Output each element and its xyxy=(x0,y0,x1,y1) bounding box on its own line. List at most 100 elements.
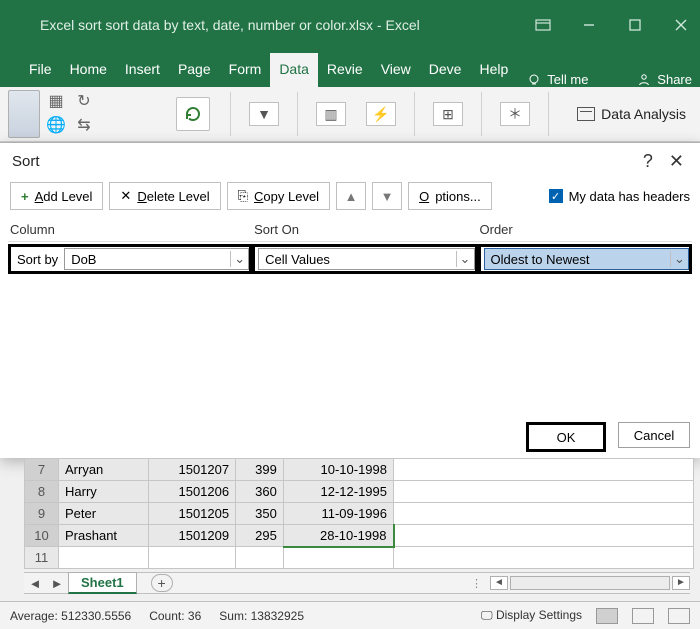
existing-connections-icon[interactable]: ⇆ xyxy=(72,114,96,136)
cell-score[interactable]: 399 xyxy=(236,459,284,481)
cell-name[interactable]: Peter xyxy=(59,503,149,525)
sort-levels-grid: Column Sort by DoB ⌄ Sort On Cell Values… xyxy=(0,220,700,274)
cell-name[interactable]: Arryan xyxy=(59,459,149,481)
cancel-button[interactable]: Cancel xyxy=(618,422,690,448)
horizontal-scrollbar[interactable]: ⋮ ◄ ► xyxy=(471,576,690,590)
move-down-button[interactable]: ▼ xyxy=(372,182,402,210)
tab-developer[interactable]: Deve xyxy=(420,53,471,87)
row-header[interactable]: 11 xyxy=(25,547,59,569)
lightbulb-icon xyxy=(527,73,541,87)
dialog-header: Sort ? ✕ xyxy=(0,143,700,182)
cell-dob[interactable]: 10-10-1998 xyxy=(283,459,393,481)
move-up-button[interactable]: ▲ xyxy=(336,182,366,210)
page-layout-view-icon[interactable] xyxy=(632,608,654,624)
dialog-close-icon[interactable]: ✕ xyxy=(665,151,688,172)
outline-icon[interactable]: ＊ xyxy=(500,102,530,126)
get-data-icon[interactable] xyxy=(8,90,40,138)
scroll-right-icon[interactable]: ► xyxy=(672,576,690,590)
share-label: Share xyxy=(657,72,692,87)
tell-me[interactable]: Tell me xyxy=(527,72,588,87)
ribbon-display-options-icon[interactable] xyxy=(534,16,552,34)
data-analysis-label: Data Analysis xyxy=(601,106,686,122)
scroll-track[interactable] xyxy=(510,576,670,590)
monitor-icon: 🖵 xyxy=(481,608,493,622)
row-header[interactable]: 9 xyxy=(25,503,59,525)
add-level-button[interactable]: + AAdd Leveldd Level xyxy=(10,182,103,210)
cell-id[interactable]: 1501207 xyxy=(148,459,236,481)
tab-view[interactable]: View xyxy=(372,53,420,87)
cell-dob[interactable]: 12-12-1995 xyxy=(283,481,393,503)
headers-label: My data has headers xyxy=(569,189,690,204)
cell-id[interactable]: 1501205 xyxy=(148,503,236,525)
order-row: Oldest to Newest ⌄ xyxy=(478,244,692,274)
order-dropdown[interactable]: Oldest to Newest ⌄ xyxy=(484,248,689,270)
sort-on-dropdown[interactable]: Cell Values ⌄ xyxy=(258,248,474,270)
cell-score[interactable]: 360 xyxy=(236,481,284,503)
cell-empty[interactable] xyxy=(394,525,694,547)
separator xyxy=(548,92,549,136)
my-data-has-headers-checkbox[interactable]: ✓ My data has headers xyxy=(549,189,690,204)
cell-name[interactable]: Harry xyxy=(59,481,149,503)
row-header[interactable]: 8 xyxy=(25,481,59,503)
refresh-all-icon[interactable] xyxy=(176,97,210,131)
tab-insert[interactable]: Insert xyxy=(116,53,169,87)
ribbon-toolbar: ▦ 🌐 ↻ ⇆ ▼ ▥ ⚡ ⊞ ＊ Data Analysis xyxy=(0,87,700,142)
cell-empty[interactable] xyxy=(394,459,694,481)
table-row: 11 xyxy=(25,547,694,569)
scroll-left-icon[interactable]: ◄ xyxy=(490,576,508,590)
help-icon[interactable]: ? xyxy=(631,151,665,172)
display-settings-button[interactable]: 🖵 Display Settings xyxy=(481,608,582,623)
flash-fill-icon[interactable]: ⚡ xyxy=(366,102,396,126)
tab-review[interactable]: Revie xyxy=(318,53,372,87)
column-header: Column xyxy=(8,220,252,242)
cell-name[interactable]: Prashant xyxy=(59,525,149,547)
normal-view-icon[interactable] xyxy=(596,608,618,624)
minimize-icon[interactable] xyxy=(580,16,598,34)
table-row: 8 Harry 1501206 360 12-12-1995 xyxy=(25,481,694,503)
tab-data[interactable]: Data xyxy=(270,53,318,87)
tab-page[interactable]: Page xyxy=(169,53,220,87)
prev-sheet-icon[interactable]: ◄ xyxy=(24,576,46,591)
get-data-group: ▦ 🌐 ↻ ⇆ xyxy=(4,90,164,138)
from-web-icon[interactable]: 🌐 xyxy=(44,114,68,136)
cell-id[interactable]: 1501206 xyxy=(148,481,236,503)
window-title: Excel sort sort data by text, date, numb… xyxy=(40,17,534,33)
new-sheet-button[interactable]: + xyxy=(151,574,173,592)
cell-id[interactable]: 1501209 xyxy=(148,525,236,547)
ok-button[interactable]: OK xyxy=(526,422,606,452)
share-button[interactable]: Share xyxy=(637,72,692,87)
recent-sources-icon[interactable]: ↻ xyxy=(72,90,96,112)
tab-file[interactable]: File xyxy=(20,53,61,87)
from-text-icon[interactable]: ▦ xyxy=(44,90,68,112)
separator xyxy=(230,92,231,136)
cell-score[interactable]: 295 xyxy=(236,525,284,547)
page-break-view-icon[interactable] xyxy=(668,608,690,624)
data-analysis-icon xyxy=(577,107,595,121)
table-row: 7 Arryan 1501207 399 10-10-1998 xyxy=(25,459,694,481)
worksheet-grid[interactable]: 7 Arryan 1501207 399 10-10-1998 8 Harry … xyxy=(24,458,694,569)
close-icon[interactable] xyxy=(672,16,690,34)
sheet-tab[interactable]: Sheet1 xyxy=(68,572,137,594)
cell-dob[interactable]: 28-10-1998 xyxy=(283,525,393,547)
row-header[interactable]: 7 xyxy=(25,459,59,481)
sort-button[interactable]: ▼ xyxy=(249,102,279,126)
cell-empty[interactable] xyxy=(394,481,694,503)
next-sheet-icon[interactable]: ► xyxy=(46,576,68,591)
cell-dob[interactable]: 11-09-1996 xyxy=(283,503,393,525)
text-to-columns-icon[interactable]: ▥ xyxy=(316,102,346,126)
copy-level-button[interactable]: ⎘ Copy Level xyxy=(227,182,330,210)
cell-empty[interactable] xyxy=(394,503,694,525)
tab-form[interactable]: Form xyxy=(220,53,271,87)
row-header[interactable]: 10 xyxy=(25,525,59,547)
tab-home[interactable]: Home xyxy=(61,53,116,87)
delete-level-button[interactable]: ✕ Delete Level xyxy=(109,182,220,210)
options-button[interactable]: Options... xyxy=(408,182,492,210)
sort-by-dropdown[interactable]: DoB ⌄ xyxy=(64,248,249,270)
maximize-icon[interactable] xyxy=(626,16,644,34)
chevron-down-icon: ⌄ xyxy=(670,251,688,267)
tab-help[interactable]: Help xyxy=(470,53,517,87)
data-analysis-button[interactable]: Data Analysis xyxy=(577,106,696,122)
status-sum: Sum: 13832925 xyxy=(219,609,304,623)
cell-score[interactable]: 350 xyxy=(236,503,284,525)
what-if-icon[interactable]: ⊞ xyxy=(433,102,463,126)
